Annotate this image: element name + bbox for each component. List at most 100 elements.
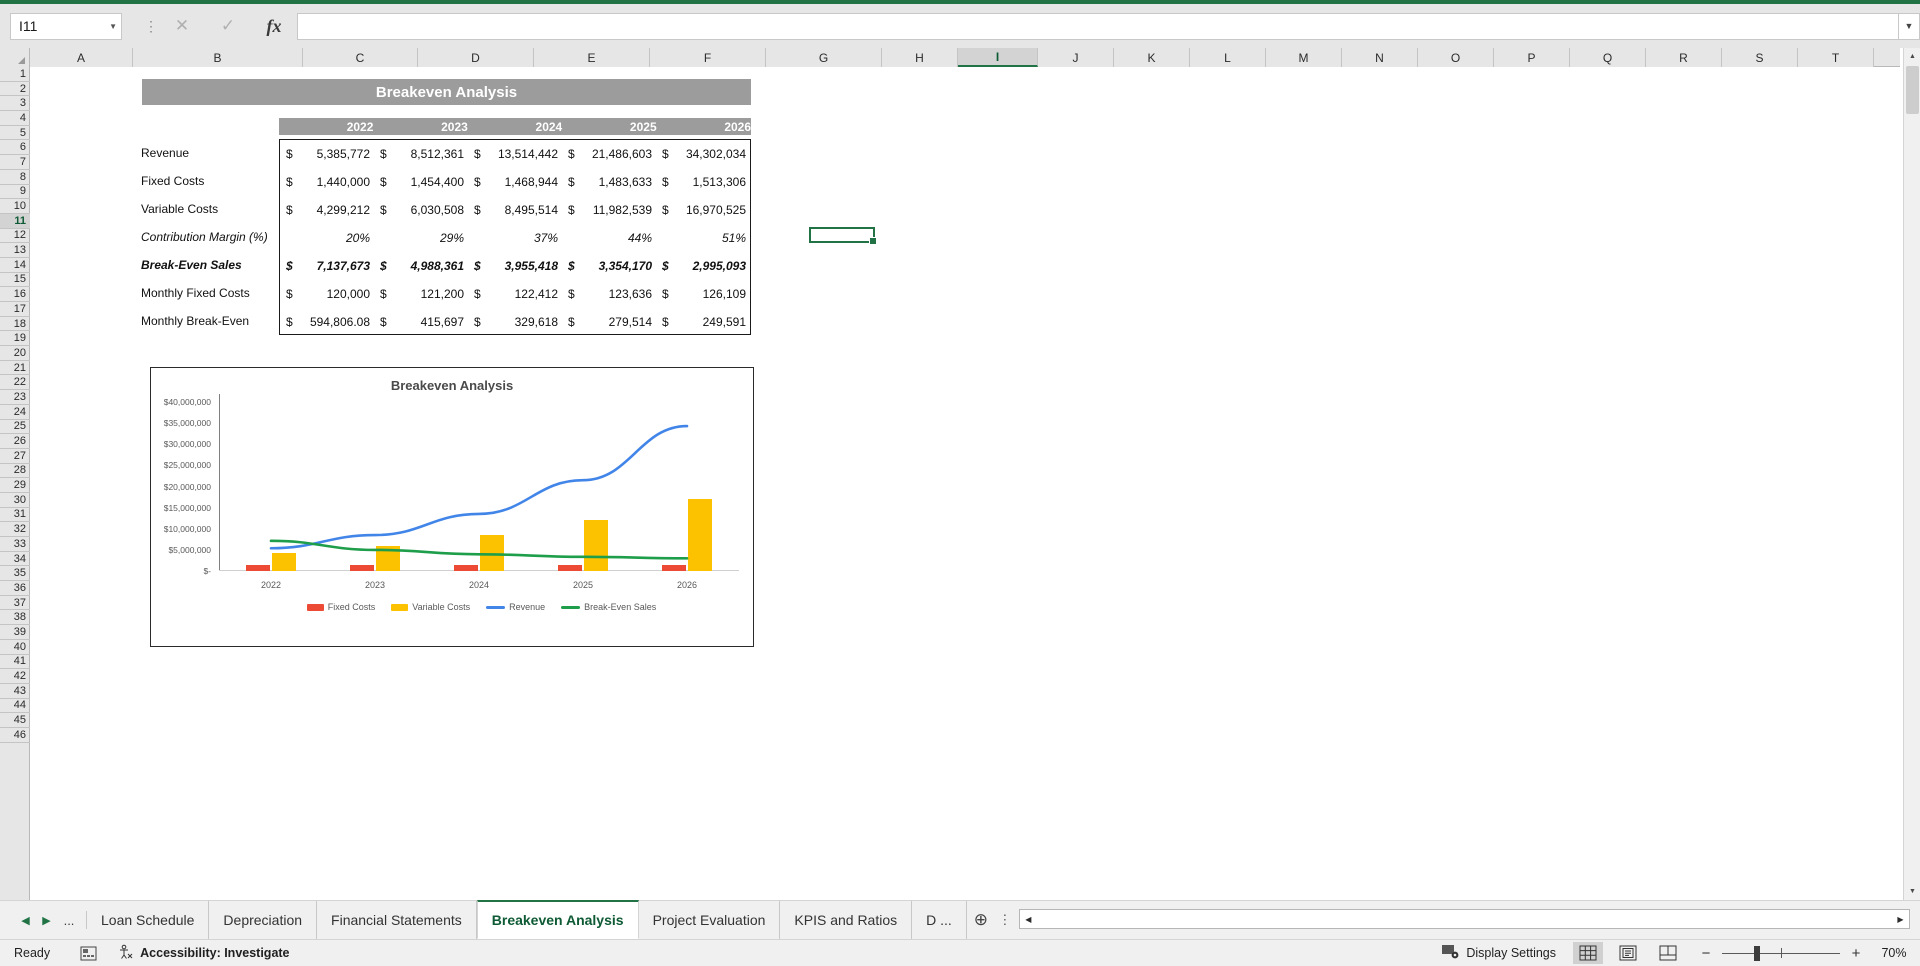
horizontal-scroll-track[interactable] <box>1036 910 1892 928</box>
column-header-p[interactable]: P <box>1494 48 1570 67</box>
triangle-right-icon[interactable]: ▶ <box>1892 910 1909 928</box>
column-header-c[interactable]: C <box>303 48 418 67</box>
cell[interactable]: $13,514,442 <box>468 140 562 168</box>
cell[interactable]: $6,030,508 <box>374 196 468 224</box>
cell[interactable]: $126,109 <box>656 280 750 308</box>
row-header-21[interactable]: 21 <box>0 361 30 376</box>
cell[interactable]: $1,454,400 <box>374 168 468 196</box>
row-header-18[interactable]: 18 <box>0 317 30 332</box>
cell[interactable]: $415,697 <box>374 308 468 336</box>
cell[interactable]: $1,468,944 <box>468 168 562 196</box>
row-header-41[interactable]: 41 <box>0 655 30 670</box>
column-header-a[interactable]: A <box>30 48 133 67</box>
column-header-r[interactable]: R <box>1646 48 1722 67</box>
column-header-q[interactable]: Q <box>1570 48 1646 67</box>
record-macro-icon[interactable] <box>80 946 97 961</box>
close-icon[interactable]: ✕ <box>159 13 205 40</box>
cell[interactable]: $16,970,525 <box>656 196 750 224</box>
sheet-tab-project-evaluation[interactable]: Project Evaluation <box>639 901 781 939</box>
cell[interactable]: $3,955,418 <box>468 252 562 280</box>
plus-circle-icon[interactable]: ⊕ <box>967 901 995 939</box>
cell[interactable]: $1,513,306 <box>656 168 750 196</box>
chevron-down-icon[interactable]: ▼ <box>109 22 117 31</box>
row-header-11[interactable]: 11 <box>0 213 30 229</box>
row-header-2[interactable]: 2 <box>0 82 30 97</box>
cell[interactable]: $123,636 <box>562 280 656 308</box>
column-header-f[interactable]: F <box>650 48 766 67</box>
row-header-20[interactable]: 20 <box>0 346 30 361</box>
row-header-12[interactable]: 12 <box>0 229 30 244</box>
scroll-down-icon[interactable]: ▼ <box>1904 883 1920 900</box>
chevron-down-icon[interactable]: ▼ <box>1898 12 1920 40</box>
row-header-34[interactable]: 34 <box>0 552 30 567</box>
row-header-45[interactable]: 45 <box>0 713 30 728</box>
row-header-33[interactable]: 33 <box>0 537 30 552</box>
row-header-16[interactable]: 16 <box>0 287 30 302</box>
cell[interactable]: $1,483,633 <box>562 168 656 196</box>
cell[interactable]: 20% <box>280 224 374 252</box>
row-header-38[interactable]: 38 <box>0 610 30 626</box>
breakeven-chart[interactable]: Breakeven Analysis $40,000,000 $35,000,00… <box>150 367 754 647</box>
row-header-15[interactable]: 15 <box>0 273 30 288</box>
sheet-tab-loan-schedule[interactable]: Loan Schedule <box>87 901 210 939</box>
row-header-25[interactable]: 25 <box>0 420 30 435</box>
row-header-4[interactable]: 4 <box>0 111 30 126</box>
cell[interactable]: 37% <box>468 224 562 252</box>
zoom-slider[interactable] <box>1722 944 1840 962</box>
column-header-d[interactable]: D <box>418 48 534 67</box>
row-header-43[interactable]: 43 <box>0 684 30 699</box>
row-header-40[interactable]: 40 <box>0 640 30 655</box>
row-header-22[interactable]: 22 <box>0 375 30 391</box>
column-header-t[interactable]: T <box>1798 48 1874 67</box>
column-header-o[interactable]: O <box>1418 48 1494 67</box>
more-options-icon[interactable]: ⋮ <box>143 19 159 33</box>
cell[interactable]: $122,412 <box>468 280 562 308</box>
row-header-26[interactable]: 26 <box>0 434 30 449</box>
row-header-44[interactable]: 44 <box>0 699 30 714</box>
cell[interactable]: $4,988,361 <box>374 252 468 280</box>
row-header-3[interactable]: 3 <box>0 96 30 112</box>
row-header-1[interactable]: 1 <box>0 67 30 82</box>
column-header-g[interactable]: G <box>766 48 882 67</box>
cell[interactable]: $8,512,361 <box>374 140 468 168</box>
cell[interactable]: $1,440,000 <box>280 168 374 196</box>
triangle-left-icon[interactable]: ◀ <box>16 905 35 935</box>
column-header-m[interactable]: M <box>1266 48 1342 67</box>
cell[interactable]: $11,982,539 <box>562 196 656 224</box>
cell[interactable]: $3,354,170 <box>562 252 656 280</box>
zoom-slider-thumb[interactable] <box>1754 946 1760 961</box>
scroll-up-icon[interactable]: ▲ <box>1904 48 1920 65</box>
display-settings-button[interactable]: Display Settings <box>1430 944 1568 962</box>
row-header-30[interactable]: 30 <box>0 493 30 508</box>
page-break-view-icon[interactable] <box>1653 942 1683 964</box>
cell[interactable]: $279,514 <box>562 308 656 336</box>
cell[interactable]: $2,995,093 <box>656 252 750 280</box>
cell[interactable]: $34,302,034 <box>656 140 750 168</box>
column-header-s[interactable]: S <box>1722 48 1798 67</box>
row-header-39[interactable]: 39 <box>0 625 30 640</box>
row-header-14[interactable]: 14 <box>0 258 30 273</box>
triangle-left-icon[interactable]: ◀ <box>1019 910 1037 928</box>
row-header-10[interactable]: 10 <box>0 199 30 214</box>
row-header-46[interactable]: 46 <box>0 728 30 743</box>
cell[interactable]: $594,806.08 <box>280 308 374 336</box>
row-header-19[interactable]: 19 <box>0 331 30 347</box>
plus-icon[interactable]: + <box>1844 945 1868 962</box>
sheet-tab-kpis-and-ratios[interactable]: KPIS and Ratios <box>780 901 913 939</box>
triangle-right-icon[interactable]: ▶ <box>37 905 56 935</box>
name-box[interactable]: I11 ▼ <box>10 12 122 40</box>
cell[interactable]: $4,299,212 <box>280 196 374 224</box>
cell[interactable]: $21,486,603 <box>562 140 656 168</box>
row-header-5[interactable]: 5 <box>0 126 30 141</box>
cell[interactable]: $329,618 <box>468 308 562 336</box>
row-header-8[interactable]: 8 <box>0 170 30 185</box>
row-header-31[interactable]: 31 <box>0 508 30 523</box>
normal-view-icon[interactable] <box>1573 942 1603 964</box>
cell[interactable]: 29% <box>374 224 468 252</box>
cell[interactable]: $5,385,772 <box>280 140 374 168</box>
row-header-29[interactable]: 29 <box>0 478 30 493</box>
cell[interactable]: $7,137,673 <box>280 252 374 280</box>
select-all-corner[interactable] <box>0 48 30 67</box>
vertical-scroll-thumb[interactable] <box>1906 66 1919 114</box>
row-header-24[interactable]: 24 <box>0 405 30 420</box>
